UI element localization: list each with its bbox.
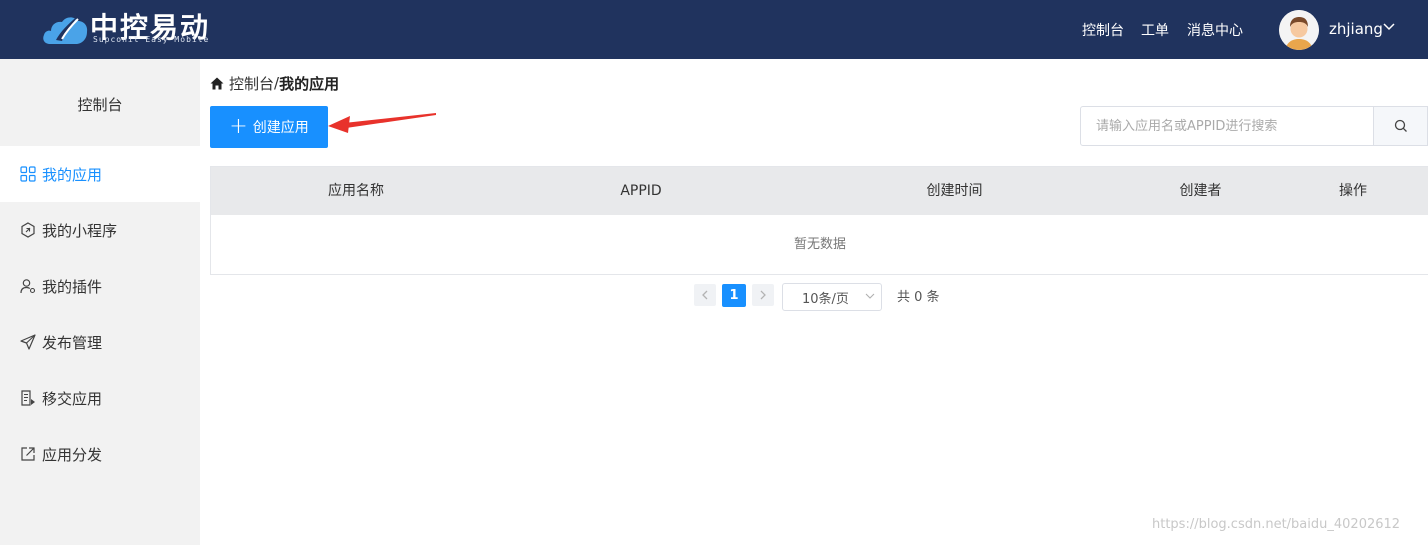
sidebar-item-release-management[interactable]: 发布管理 [0,314,200,370]
watermark: https://blog.csdn.net/baidu_40202612 [1152,517,1401,532]
chevron-right-icon [760,290,766,300]
sidebar-item-my-miniprograms[interactable]: 我的小程序 [0,202,200,258]
annotation-arrow-icon [328,113,436,133]
sidebar: 控制台 我的应用 我的小程序 我的插件 发布管理 移交应用 应用分发 [0,59,200,545]
apps-table: 应用名称 APPID 创建时间 创建者 操作 暂无数据 [210,166,1428,275]
cloud-logo-icon [43,14,88,44]
page-number-1[interactable]: 1 [722,284,746,307]
user-gear-icon [20,279,36,294]
sidebar-item-label: 我的插件 [42,277,103,296]
create-app-label: 创建应用 [252,120,309,136]
page-size-value: 10条/页 [802,291,849,307]
breadcrumb-root[interactable]: 控制台 [229,73,274,94]
column-creator: 创建者 [1179,183,1222,199]
column-app-name: 应用名称 [328,183,384,199]
sidebar-item-transfer-apps[interactable]: 移交应用 [0,370,200,426]
document-transfer-icon [21,390,35,406]
logo[interactable]: 中控易动 Supconit Easy Mobile [42,8,222,48]
search-button[interactable] [1374,106,1428,146]
sidebar-title[interactable]: 控制台 [0,59,200,146]
home-icon[interactable] [210,77,224,90]
breadcrumb: 控制台 / 我的应用 [210,73,339,93]
chevron-left-icon [702,290,708,300]
column-created-time: 创建时间 [926,183,983,199]
chevron-down-icon[interactable] [1383,23,1395,31]
column-actions: 操作 [1339,183,1367,199]
search-input[interactable] [1080,106,1374,146]
avatar[interactable] [1279,10,1319,50]
page-size-select[interactable]: 10条/页 [782,283,882,311]
search-icon [1394,119,1407,132]
sidebar-item-label: 我的小程序 [42,221,118,240]
empty-state-text: 暂无数据 [793,237,846,252]
table-header: 应用名称 APPID 创建时间 创建者 操作 [211,167,1428,215]
nav-messages[interactable]: 消息中心 [1187,20,1243,40]
plus-icon: + [229,114,248,139]
breadcrumb-current: 我的应用 [279,74,340,93]
sidebar-item-label: 发布管理 [42,333,103,352]
avatar-icon [1279,10,1319,50]
column-appid: APPID [620,183,662,199]
logo-subtitle: Supconit Easy Mobile [93,35,210,44]
create-app-button[interactable]: + 创建应用 [210,106,328,148]
grid-icon [20,166,36,182]
chevron-down-icon [865,293,875,299]
sidebar-item-label: 移交应用 [42,389,103,408]
pagination-total: 共 0 条 [897,290,940,305]
hexagon-icon [21,222,35,238]
next-page-button[interactable] [752,284,774,306]
sidebar-item-my-plugins[interactable]: 我的插件 [0,258,200,314]
sidebar-item-app-distribution[interactable]: 应用分发 [0,426,200,482]
send-icon [20,334,36,350]
username[interactable]: zhjiang [1329,20,1383,38]
sidebar-item-my-apps[interactable]: 我的应用 [0,146,200,202]
nav-tickets[interactable]: 工单 [1141,20,1169,40]
sidebar-item-label: 我的应用 [42,165,103,184]
prev-page-button[interactable] [694,284,716,306]
top-header: 中控易动 Supconit Easy Mobile 控制台 工单 消息中心 zh… [0,0,1428,59]
nav-console[interactable]: 控制台 [1082,20,1124,40]
external-share-icon [21,447,35,461]
sidebar-item-label: 应用分发 [42,445,103,464]
